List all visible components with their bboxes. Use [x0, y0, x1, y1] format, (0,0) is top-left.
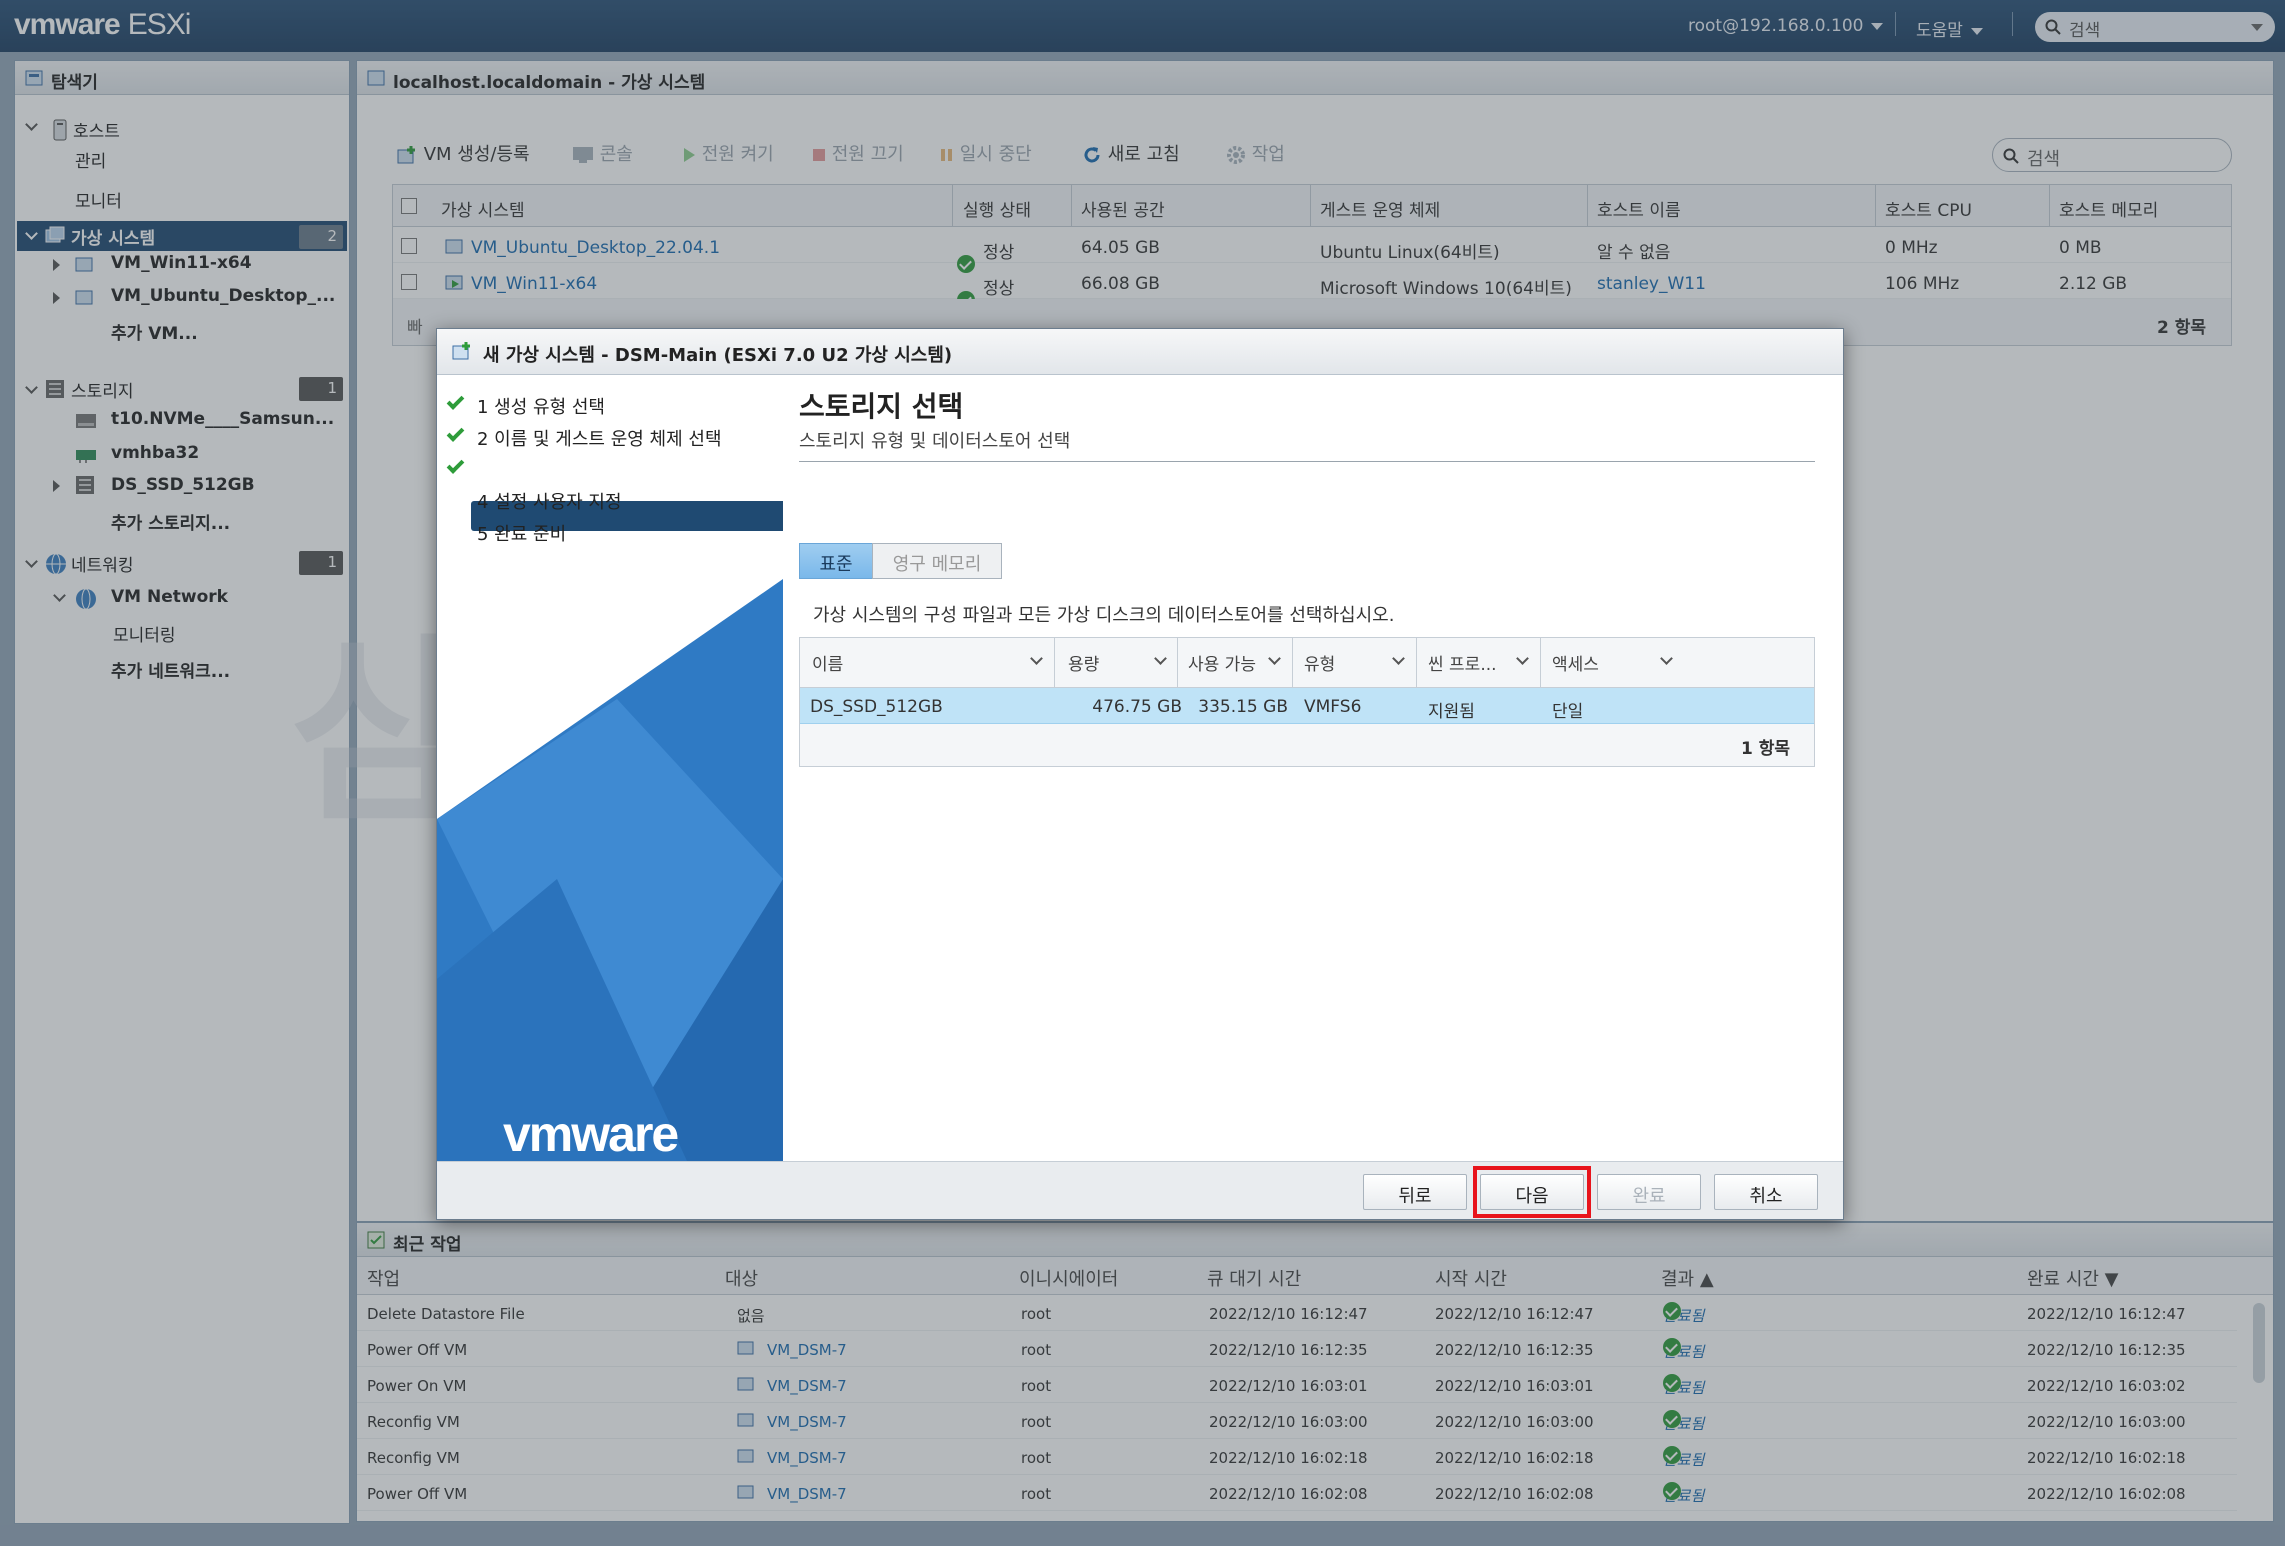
dialog-footer: 뒤로 다음 완료 취소	[437, 1161, 1843, 1219]
divider	[799, 461, 1815, 462]
col-type[interactable]: 유형	[1304, 650, 1335, 675]
vmware-banner	[437, 579, 783, 1161]
step-done-icon	[446, 456, 465, 474]
wizard-step-2[interactable]: 2 이름 및 게스트 운영 체제 선택	[477, 425, 722, 451]
ds-access: 단일	[1552, 702, 1584, 722]
wizard-step-3[interactable]: 3 스토리지 선택	[477, 457, 601, 483]
new-vm-icon	[452, 342, 470, 360]
cancel-button[interactable]: 취소	[1714, 1174, 1818, 1210]
datastore-table-header: 이름 용량 사용 가능 유형 씬 프로... 액세스	[800, 638, 1814, 688]
col-name[interactable]: 이름	[812, 650, 843, 675]
vmware-logo: vmware	[503, 1106, 679, 1161]
wizard-step-1[interactable]: 1 생성 유형 선택	[477, 393, 605, 419]
finish-button[interactable]: 완료	[1597, 1174, 1701, 1210]
col-capacity[interactable]: 용량	[1068, 650, 1099, 675]
ds-thin: 지원됨	[1428, 702, 1475, 722]
wizard-step-5[interactable]: 5 완료 준비	[477, 520, 566, 546]
chevron-down-icon[interactable]	[1030, 652, 1043, 665]
chevron-down-icon[interactable]	[1516, 652, 1529, 665]
chevron-down-icon[interactable]	[1154, 652, 1167, 665]
step-done-icon	[446, 392, 465, 410]
ds-count: 1 항목	[1740, 739, 1790, 759]
datastore-table-footer: 1 항목	[800, 724, 1814, 766]
ds-name: DS_SSD_512GB	[810, 697, 943, 717]
page-title: 스토리지 선택	[799, 390, 964, 423]
ds-capacity: 476.75 GB	[1092, 697, 1182, 717]
ds-type: VMFS6	[1304, 697, 1362, 717]
tab-standard[interactable]: 표준	[799, 543, 873, 579]
ds-free: 335.15 GB	[1198, 697, 1288, 717]
dialog-title: 새 가상 시스템 - DSM-Main (ESXi 7.0 U2 가상 시스템)	[437, 329, 1843, 375]
wizard-steps: 1 생성 유형 선택 2 이름 및 게스트 운영 체제 선택 3 스토리지 선택…	[437, 375, 783, 1161]
col-free[interactable]: 사용 가능	[1188, 650, 1256, 675]
datastore-table: 이름 용량 사용 가능 유형 씬 프로... 액세스 DS_SSD_512GB	[799, 637, 1815, 767]
page-subtitle: 스토리지 유형 및 데이터스토어 선택	[799, 431, 1071, 452]
tab-persistent-memory[interactable]: 영구 메모리	[872, 543, 1002, 579]
chevron-down-icon[interactable]	[1268, 652, 1281, 665]
chevron-down-icon[interactable]	[1660, 652, 1673, 665]
datastore-row-selected[interactable]: DS_SSD_512GB 476.75 GB 335.15 GB VMFS6 지…	[800, 688, 1814, 724]
col-thin[interactable]: 씬 프로...	[1428, 650, 1497, 675]
new-vm-dialog: 새 가상 시스템 - DSM-Main (ESXi 7.0 U2 가상 시스템)…	[436, 328, 1844, 1220]
wizard-content: 스토리지 선택 스토리지 유형 및 데이터스토어 선택 표준 영구 메모리 가상…	[783, 375, 1843, 1161]
instruction-text: 가상 시스템의 구성 파일과 모든 가상 디스크의 데이터스토어를 선택하십시오…	[813, 605, 1395, 626]
step-done-icon	[446, 424, 465, 442]
col-access[interactable]: 액세스	[1552, 650, 1599, 675]
wizard-step-4[interactable]: 4 설정 사용자 지정	[477, 488, 622, 514]
next-highlight	[1473, 1166, 1591, 1218]
chevron-down-icon[interactable]	[1392, 652, 1405, 665]
back-button[interactable]: 뒤로	[1363, 1174, 1467, 1210]
